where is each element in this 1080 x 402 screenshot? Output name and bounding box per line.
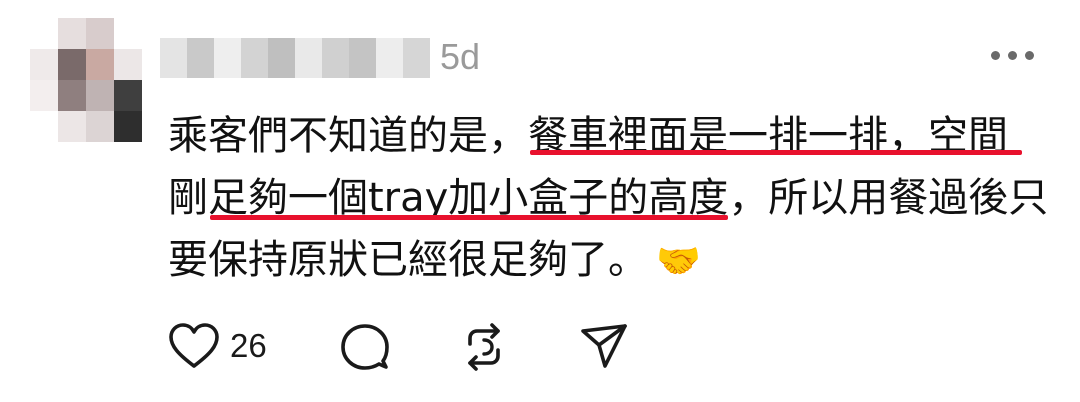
post-text: 剛 — [168, 175, 208, 221]
post-body: 乘客們不知道的是，餐車裡面是一排一排，空間 剛足夠一個tray加小盒子的高度，所… — [168, 108, 1068, 294]
more-options-icon[interactable] — [990, 46, 1036, 66]
heart-icon — [169, 323, 219, 368]
post-line-1: 乘客們不知道的是，餐車裡面是一排一排，空間 — [168, 108, 1068, 170]
post-text: ，所以用餐過後只 — [728, 175, 1049, 221]
timestamp: 5d — [440, 36, 481, 77]
like-button[interactable] — [168, 322, 220, 370]
repost-icon — [468, 323, 500, 371]
post-text: 要保持原狀已經很足夠了。 — [168, 237, 648, 283]
red-underline — [210, 215, 728, 220]
comment-button[interactable] — [340, 322, 390, 372]
red-underline — [530, 150, 1022, 155]
avatar[interactable] — [30, 18, 142, 142]
post-line-3: 要保持原狀已經很足夠了。 🤝 — [168, 232, 1068, 294]
handshake-emoji: 🤝 — [656, 241, 701, 282]
post-text: 乘客們不知道的是， — [168, 113, 528, 159]
username-redacted[interactable] — [160, 38, 430, 78]
post-line-2: 剛足夠一個tray加小盒子的高度，所以用餐過後只 — [168, 170, 1068, 232]
share-button[interactable] — [580, 322, 628, 370]
share-icon — [581, 324, 627, 368]
like-count: 26 — [230, 327, 267, 364]
comment-icon — [341, 324, 389, 370]
repost-button[interactable] — [460, 322, 508, 372]
